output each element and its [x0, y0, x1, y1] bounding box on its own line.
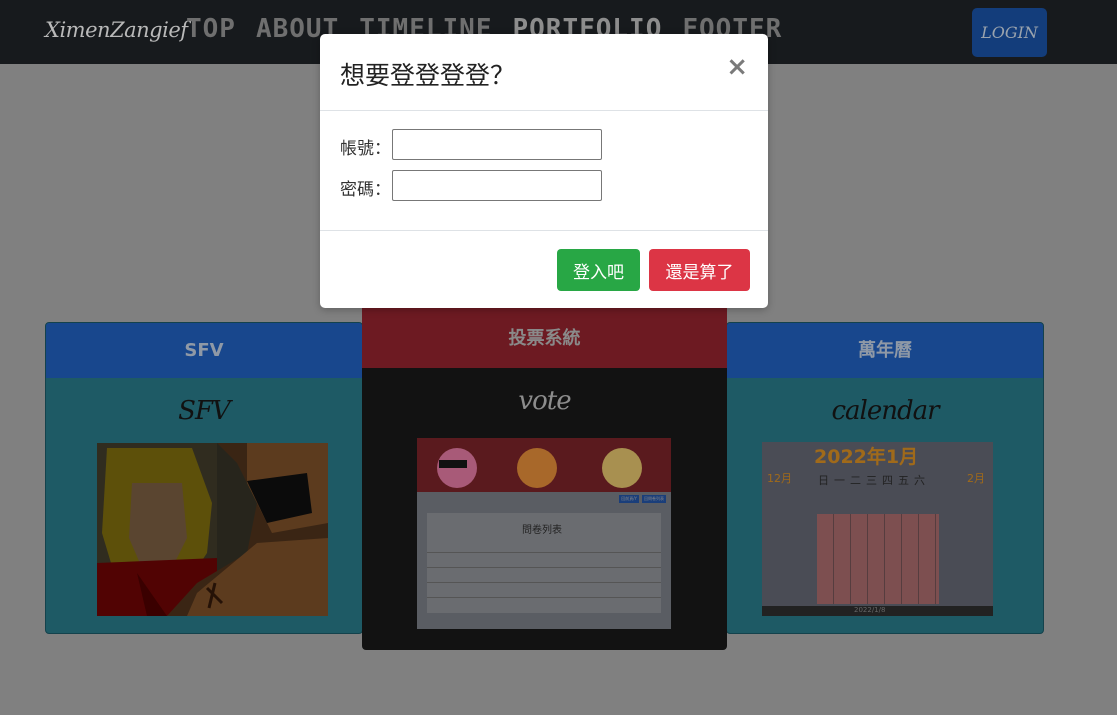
- weekday: 日: [818, 474, 829, 487]
- calendar-weekday-row: 日 一 二 三 四 五 六: [818, 472, 925, 488]
- card-header: SFV: [46, 323, 362, 378]
- nav-link-top[interactable]: TOP: [186, 14, 236, 44]
- weekday: 二: [850, 474, 861, 487]
- vote-toolbar-button: 回前頁/Y: [619, 495, 639, 503]
- calendar-footer: 2022/1/8: [854, 606, 886, 614]
- login-cancel-button[interactable]: 還是算了: [649, 249, 750, 291]
- card-header: 萬年曆: [727, 323, 1043, 378]
- modal-footer-divider: [320, 230, 768, 231]
- modal-header-divider: [320, 110, 768, 111]
- weekday: 四: [882, 474, 893, 487]
- card-title: vote: [518, 386, 571, 416]
- weekday: 五: [898, 474, 909, 487]
- login-confirm-button[interactable]: 登入吧: [557, 249, 640, 291]
- username-label: 帳號：: [340, 139, 391, 159]
- portfolio-card-vote[interactable]: 投票系統 vote 回前頁/Y 回問卷列表 問卷列表: [362, 298, 727, 650]
- weekday: 一: [834, 474, 845, 487]
- login-button[interactable]: LOGIN: [972, 8, 1047, 57]
- sfv-illustration[interactable]: [97, 443, 328, 616]
- calendar-next: 2月: [967, 472, 985, 485]
- anime-characters-image: [437, 448, 642, 488]
- vote-toolbar-button: 回問卷列表: [642, 495, 666, 503]
- close-icon[interactable]: ×: [726, 54, 748, 80]
- portfolio-card-sfv[interactable]: SFV SFV: [45, 322, 363, 634]
- card-title: SFV: [178, 396, 231, 426]
- password-label: 密碼：: [340, 180, 391, 200]
- modal-title: 想要登登登登？: [340, 61, 516, 90]
- calendar-screenshot[interactable]: 2022年1月 12月 2月 日 一 二 三 四 五 六 2022/1/8: [762, 442, 993, 616]
- brand-logo[interactable]: XimenZangief: [45, 18, 188, 42]
- password-input[interactable]: [392, 170, 602, 201]
- calendar-heading: 2022年1月: [814, 446, 919, 468]
- vote-toolbar: 回前頁/Y 回問卷列表: [619, 495, 666, 503]
- vote-screenshot[interactable]: 回前頁/Y 回問卷列表 問卷列表: [417, 438, 671, 629]
- weekday: 六: [914, 474, 925, 487]
- vote-heading: 問卷列表: [522, 525, 562, 536]
- portfolio-card-calendar[interactable]: 萬年曆 calendar 2022年1月 12月 2月 日 一 二 三 四 五 …: [726, 322, 1044, 634]
- calendar-prev: 12月: [767, 472, 792, 485]
- card-header: 投票系統: [362, 298, 727, 368]
- login-modal: 想要登登登登？ × 帳號： 密碼： 登入吧 還是算了: [320, 34, 768, 308]
- username-input[interactable]: [392, 129, 602, 160]
- weekday: 三: [866, 474, 877, 487]
- card-title: calendar: [831, 396, 939, 426]
- calendar-grid: [817, 514, 939, 604]
- vote-list: [427, 538, 661, 602]
